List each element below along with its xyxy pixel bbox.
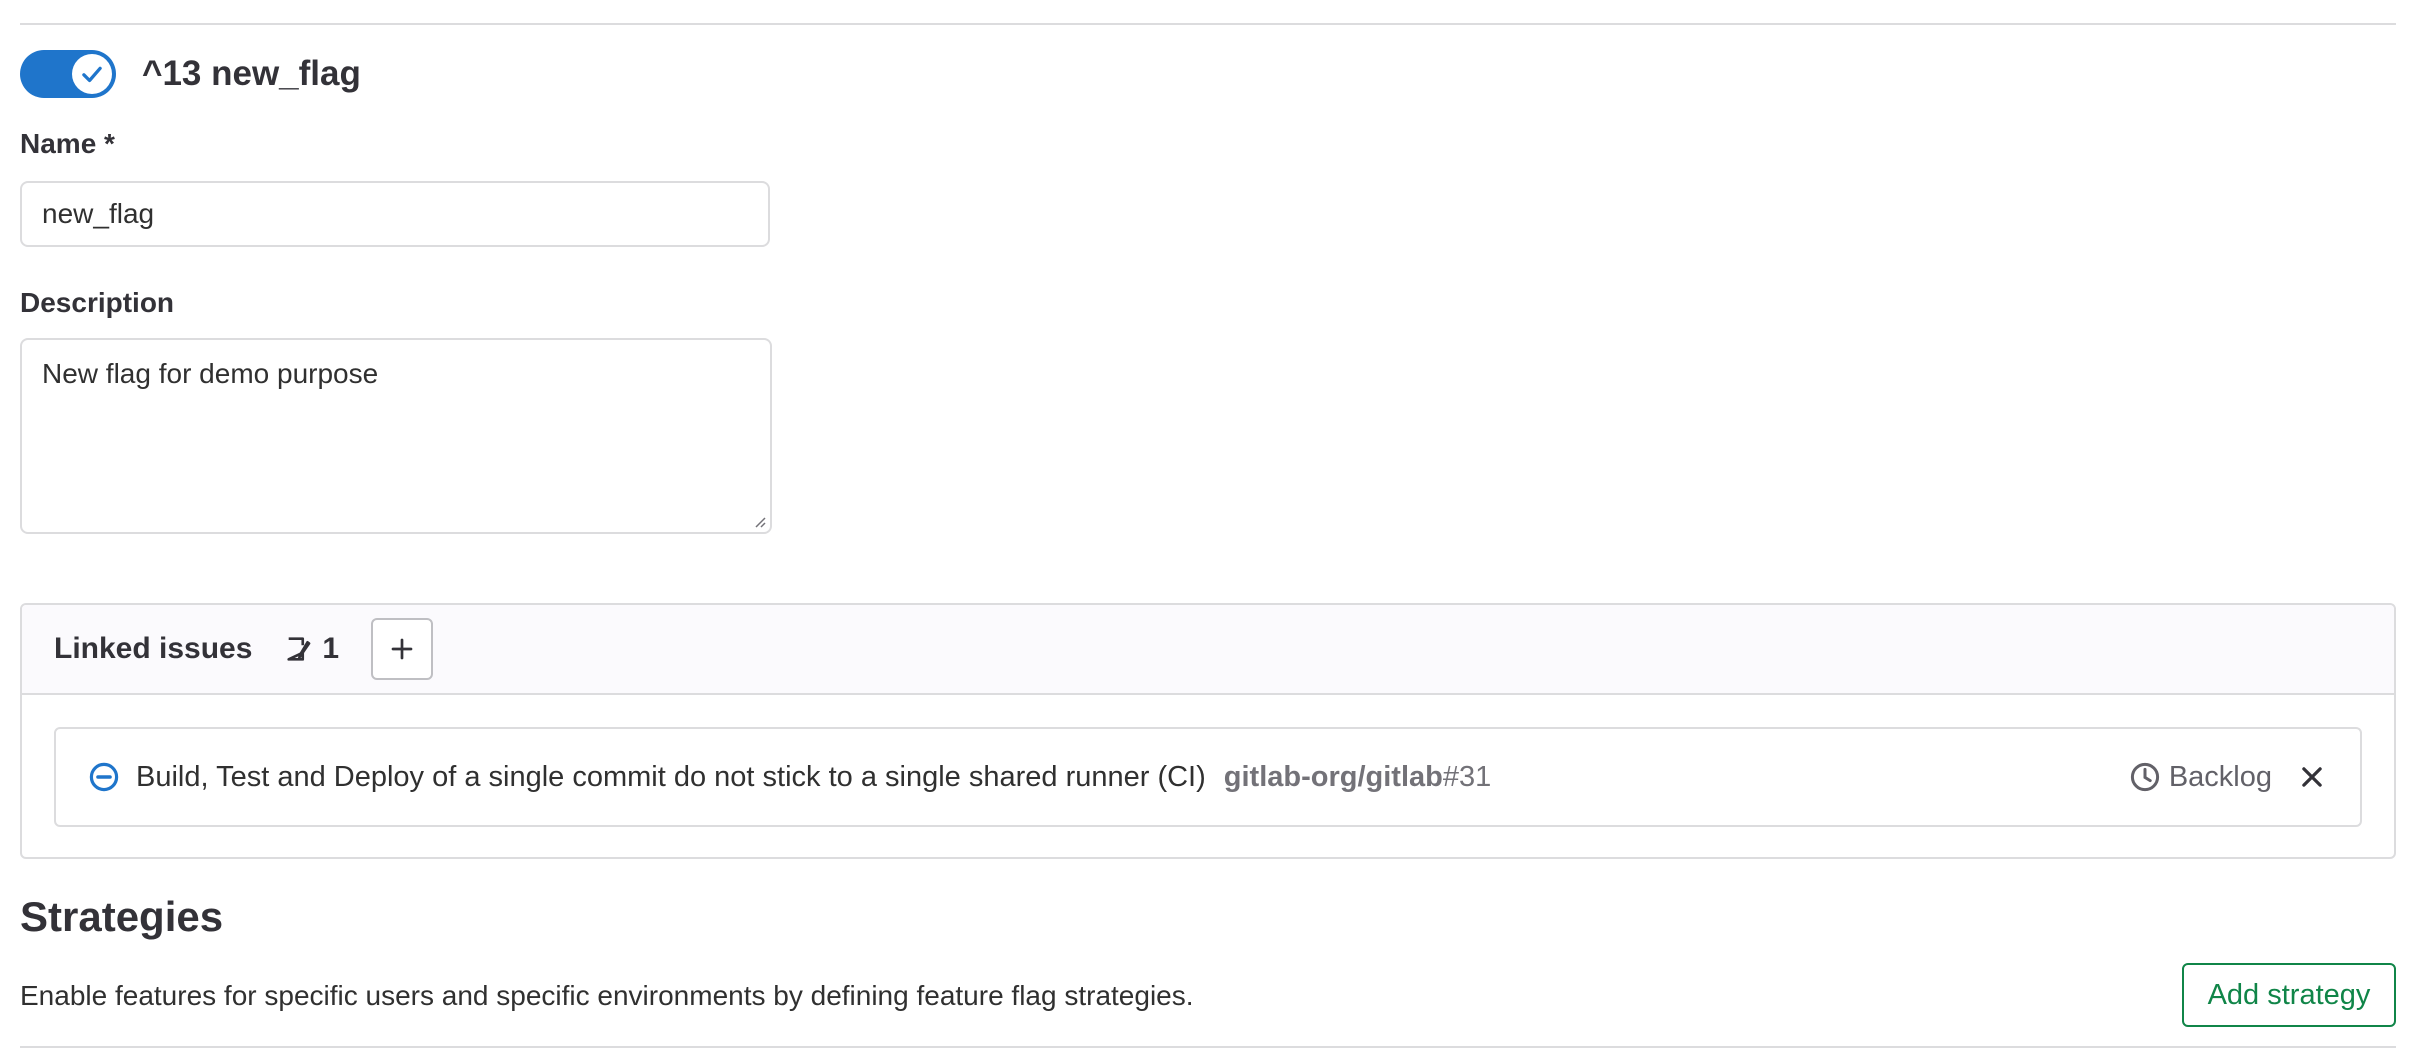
issue-project-path: gitlab-org/gitlab bbox=[1223, 760, 1443, 793]
linked-issues-count-value: 1 bbox=[322, 632, 340, 665]
linked-issue-row[interactable]: Build, Test and Deploy of a single commi… bbox=[54, 727, 2362, 827]
plus-icon bbox=[391, 638, 413, 660]
strategies-heading: Strategies bbox=[20, 893, 224, 940]
strategies-description: Enable features for specific users and s… bbox=[20, 980, 1194, 1011]
resize-handle-icon[interactable] bbox=[752, 514, 766, 528]
issue-meta: Backlog bbox=[2129, 757, 2332, 797]
linked-issues-body: Build, Test and Deploy of a single commi… bbox=[22, 695, 2394, 827]
issue-title-link[interactable]: Build, Test and Deploy of a single commi… bbox=[136, 761, 1206, 794]
description-text: New flag for demo purpose bbox=[42, 358, 379, 389]
add-strategy-button[interactable]: Add strategy bbox=[2182, 963, 2396, 1027]
linked-issues-card: Linked issues 1 Build, Test and Deploy o… bbox=[20, 603, 2396, 859]
name-label: Name * bbox=[20, 128, 115, 159]
flag-header: ^13 new_flag bbox=[20, 50, 361, 98]
close-icon bbox=[2302, 767, 2322, 787]
issue-milestone: Backlog bbox=[2168, 760, 2272, 793]
name-input[interactable]: new_flag bbox=[20, 181, 770, 247]
description-textarea[interactable]: New flag for demo purpose bbox=[20, 338, 772, 534]
linked-issues-header: Linked issues 1 bbox=[22, 605, 2394, 695]
bottom-divider bbox=[20, 1046, 2396, 1048]
add-linked-issue-button[interactable] bbox=[371, 618, 434, 680]
issue-icon bbox=[287, 637, 311, 661]
linked-issues-count: 1 bbox=[284, 632, 339, 666]
issue-status-icon bbox=[89, 762, 119, 792]
remove-linked-issue-button[interactable] bbox=[2292, 757, 2332, 797]
description-label: Description bbox=[20, 287, 175, 318]
issue-number: #31 bbox=[1442, 760, 1492, 793]
flag-title: ^13 new_flag bbox=[142, 54, 361, 93]
issue-reference[interactable]: gitlab-org/gitlab#31 bbox=[1224, 761, 1491, 794]
flag-status-toggle[interactable] bbox=[20, 50, 116, 98]
clock-icon bbox=[2130, 762, 2159, 792]
check-icon bbox=[72, 54, 112, 94]
top-divider bbox=[20, 23, 2396, 25]
linked-issues-title: Linked issues bbox=[54, 632, 253, 665]
